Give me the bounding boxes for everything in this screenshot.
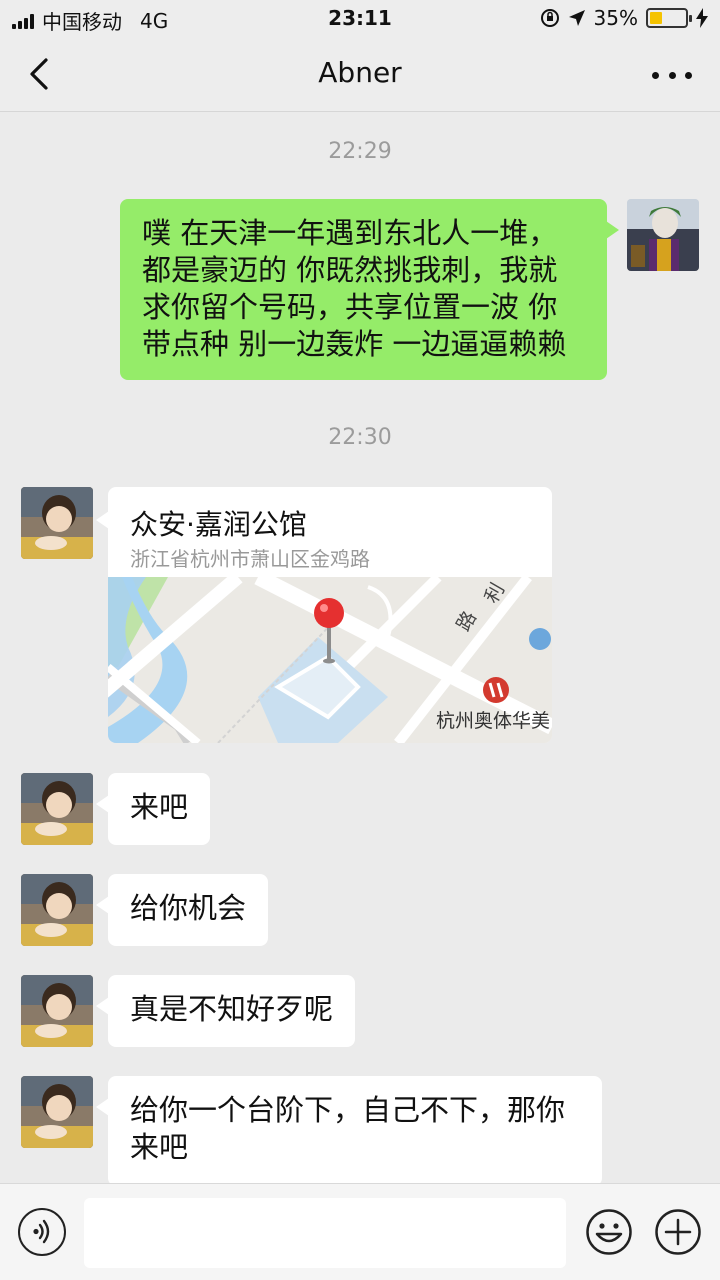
- contact-message-bubble[interactable]: 真是不知好歹呢: [95, 975, 356, 1047]
- location-name: 众安·嘉润公馆: [130, 508, 307, 541]
- avatar-image: [21, 975, 93, 1047]
- charging-icon: [696, 8, 708, 28]
- message-timestamp: 22:30: [328, 425, 392, 450]
- message-input[interactable]: [84, 1198, 566, 1268]
- nav-bar: Abner: [0, 38, 720, 112]
- voice-icon[interactable]: [18, 1208, 66, 1256]
- battery-percent: 35%: [593, 6, 638, 30]
- location-map[interactable]: 路 利 杭州奥体华美: [108, 577, 552, 743]
- contact-avatar[interactable]: [21, 773, 93, 845]
- message-timestamp: 22:29: [328, 139, 392, 164]
- page-title: Abner: [318, 56, 402, 89]
- chat-area[interactable]: 22:29 噗 在天津一年遇到东北人一堆，都是豪迈的 你既然挑我刺，我就求你留个…: [0, 113, 720, 1183]
- more-dots-icon[interactable]: [652, 60, 692, 90]
- avatar-image: [21, 487, 93, 559]
- orientation-lock-icon: [540, 9, 559, 27]
- status-right: 35%: [540, 6, 708, 30]
- battery-icon: [646, 8, 692, 28]
- contact-message-bubble[interactable]: 来吧: [95, 773, 211, 845]
- contact-avatar[interactable]: [21, 1076, 93, 1148]
- location-address: 浙江省杭州市萧山区金鸡路: [130, 547, 370, 571]
- location-arrow-icon: [568, 10, 585, 26]
- my-avatar[interactable]: [627, 199, 699, 271]
- avatar-image: [21, 773, 93, 845]
- emoji-icon[interactable]: [585, 1208, 633, 1256]
- contact-message-bubble[interactable]: 给你机会: [95, 874, 269, 946]
- plus-icon[interactable]: [654, 1208, 702, 1256]
- map-poi-label: 杭州奥体华美: [435, 710, 550, 732]
- contact-avatar[interactable]: [21, 975, 93, 1047]
- my-message-bubble[interactable]: 噗 在天津一年遇到东北人一堆，都是豪迈的 你既然挑我刺，我就求你留个号码，共享位…: [120, 199, 619, 380]
- location-card[interactable]: 众安·嘉润公馆 浙江省杭州市萧山区金鸡路 路 利 杭州奥体华美: [108, 487, 552, 743]
- contact-avatar[interactable]: [21, 874, 93, 946]
- contact-avatar[interactable]: [21, 487, 93, 559]
- avatar-image: [21, 874, 93, 946]
- avatar-image: [21, 1076, 93, 1148]
- contact-message-bubble[interactable]: 给你一个台阶下，自己不下，那你来吧: [96, 1076, 602, 1183]
- input-bar: [0, 1183, 720, 1280]
- avatar-image: [627, 199, 699, 271]
- status-bar: 中国移动 4G 23:11 35%: [0, 0, 720, 38]
